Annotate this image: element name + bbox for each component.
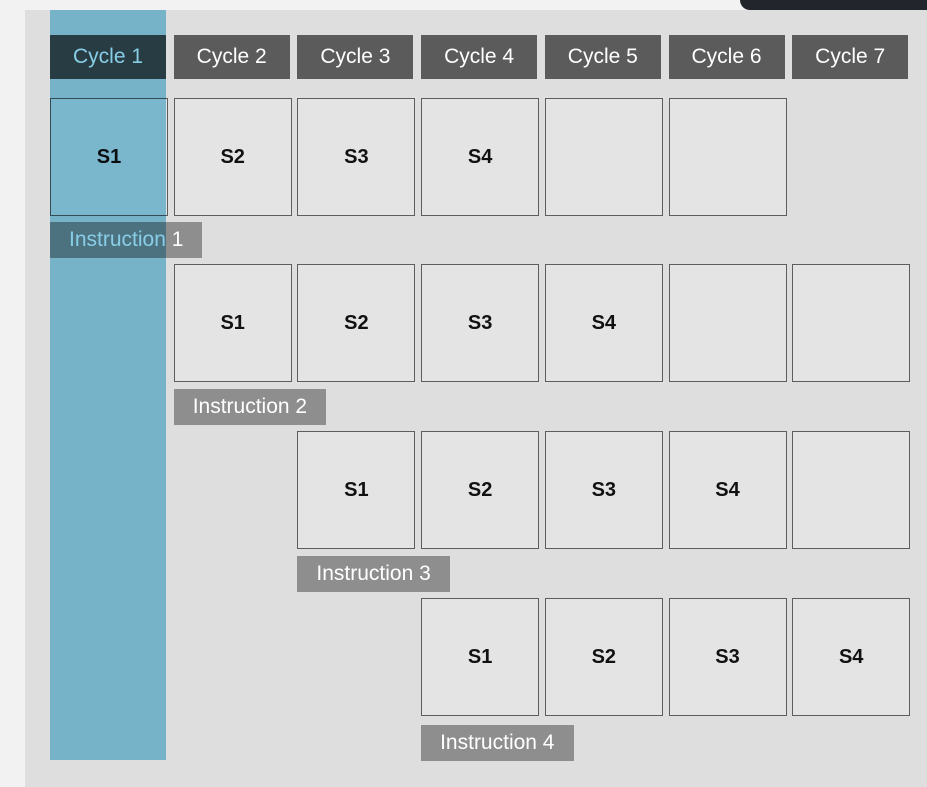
- instr2-stage-box: [792, 264, 911, 382]
- instr4-stage-box: S4: [792, 598, 911, 716]
- instr3-stage-box: S4: [668, 431, 787, 549]
- instr1-stage-box: [668, 98, 787, 216]
- instr2-stage-box: S1: [173, 264, 292, 382]
- cycle-header-3: Cycle 3: [297, 35, 414, 79]
- cycle-header-4: Cycle 4: [421, 35, 538, 79]
- cycle-header-2: Cycle 2: [173, 35, 290, 79]
- cycle-header-5: Cycle 5: [544, 35, 661, 79]
- cycle-header-6: Cycle 6: [668, 35, 785, 79]
- instr3-stage-box: S3: [544, 431, 663, 549]
- instr4-stage-box: S1: [421, 598, 540, 716]
- instr2-stage-box: S3: [421, 264, 540, 382]
- cycle-header-1: Cycle 1: [50, 35, 166, 79]
- instruction-1-label: Instruction 1: [50, 222, 203, 258]
- instr4-stage-box: S2: [544, 598, 663, 716]
- instr2-stage-box: [668, 264, 787, 382]
- instr3-stage-box: [792, 431, 911, 549]
- instr2-stage-box: S4: [544, 264, 663, 382]
- instr1-stage-box: S4: [421, 98, 540, 216]
- instr3-stage-box: S2: [421, 431, 540, 549]
- instruction-4-label: Instruction 4: [421, 725, 574, 761]
- instr3-stage-box: S1: [297, 431, 416, 549]
- instruction-2-label: Instruction 2: [173, 389, 327, 425]
- instr2-stage-box: S2: [297, 264, 416, 382]
- instr1-stage-box: [544, 98, 663, 216]
- cycle-header-7: Cycle 7: [792, 35, 909, 79]
- presenter-video-corner: [740, 0, 927, 10]
- instruction-3-label: Instruction 3: [297, 556, 450, 592]
- instr1-stage-box: S1: [50, 98, 168, 216]
- instr1-stage-box: S3: [297, 98, 416, 216]
- instr1-stage-box: S2: [173, 98, 292, 216]
- instr4-stage-box: S3: [668, 598, 787, 716]
